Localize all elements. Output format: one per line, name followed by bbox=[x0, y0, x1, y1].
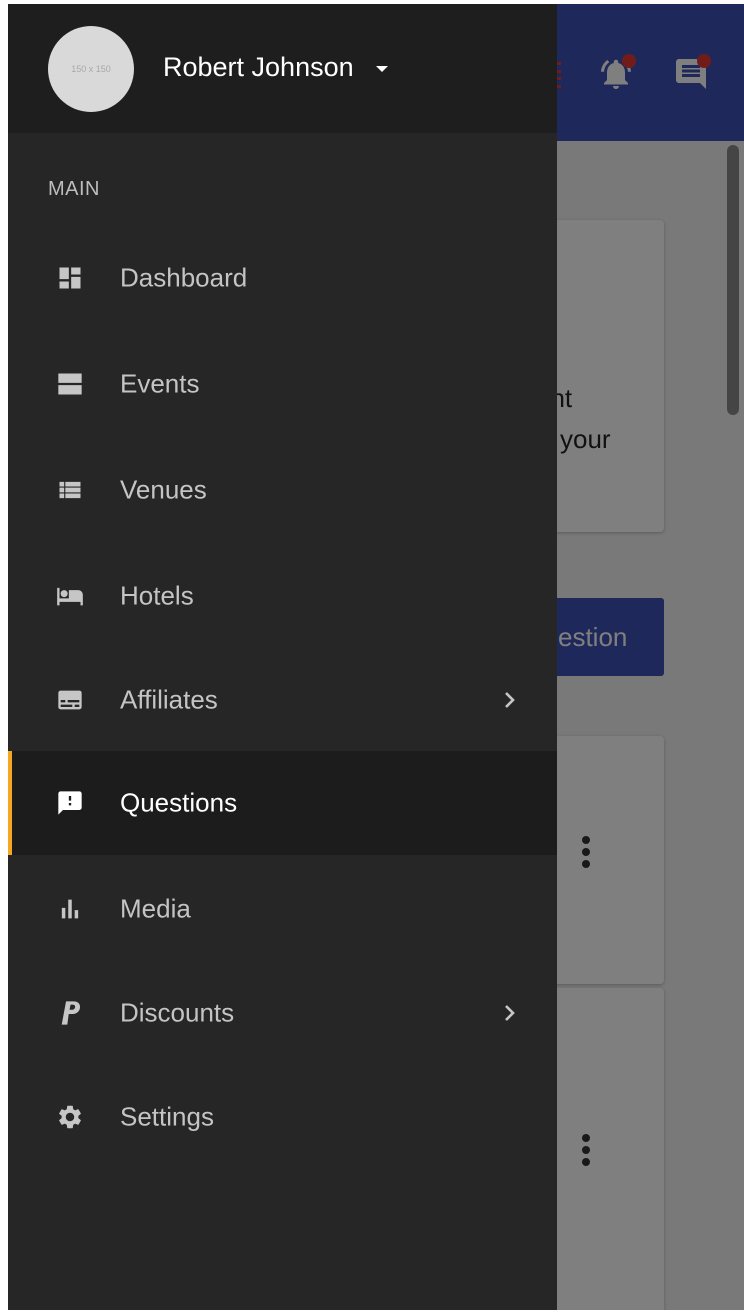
sidebar-item-label: Venues bbox=[120, 474, 207, 505]
avatar-placeholder-text: 150 x 150 bbox=[71, 64, 111, 74]
navigation-drawer: 150 x 150 Robert Johnson MAIN Dashboard … bbox=[8, 4, 557, 1310]
events-icon bbox=[56, 370, 84, 398]
sidebar-item-label: Settings bbox=[120, 1101, 214, 1132]
drawer-header: 150 x 150 Robert Johnson bbox=[8, 4, 557, 133]
user-name[interactable]: Robert Johnson bbox=[163, 52, 354, 83]
sidebar-item-label: Affiliates bbox=[120, 684, 218, 715]
venues-list-icon bbox=[56, 476, 84, 504]
sidebar-item-events[interactable]: Events bbox=[8, 332, 557, 436]
sidebar-item-venues[interactable]: Venues bbox=[8, 438, 557, 542]
chevron-right-icon bbox=[504, 691, 516, 709]
discount-p-icon bbox=[56, 999, 84, 1027]
sidebar-item-label: Hotels bbox=[120, 580, 194, 611]
sidebar-item-discounts[interactable]: Discounts bbox=[8, 961, 557, 1065]
sidebar-item-media[interactable]: Media bbox=[8, 857, 557, 961]
sidebar-item-label: Discounts bbox=[120, 997, 235, 1028]
sidebar-item-label: Dashboard bbox=[120, 262, 248, 293]
affiliates-icon bbox=[56, 686, 84, 714]
question-feedback-icon bbox=[56, 789, 84, 817]
gear-icon bbox=[56, 1103, 84, 1131]
sidebar-item-questions[interactable]: Questions bbox=[8, 751, 557, 855]
sidebar-item-settings[interactable]: Settings bbox=[8, 1065, 557, 1169]
bar-chart-icon bbox=[56, 895, 84, 923]
hotel-bed-icon bbox=[56, 582, 84, 610]
caret-down-icon[interactable] bbox=[376, 66, 388, 72]
sidebar-item-label: Questions bbox=[120, 787, 238, 818]
sidebar-item-dashboard[interactable]: Dashboard bbox=[8, 226, 557, 330]
sidebar-item-label: Events bbox=[120, 368, 200, 399]
section-label-main: MAIN bbox=[48, 178, 100, 200]
avatar[interactable]: 150 x 150 bbox=[48, 26, 134, 112]
sidebar-item-label: Media bbox=[120, 893, 191, 924]
sidebar-item-hotels[interactable]: Hotels bbox=[8, 544, 557, 648]
dashboard-icon bbox=[56, 264, 84, 292]
sidebar-item-affiliates[interactable]: Affiliates bbox=[8, 648, 557, 752]
chevron-right-icon bbox=[504, 1004, 516, 1022]
